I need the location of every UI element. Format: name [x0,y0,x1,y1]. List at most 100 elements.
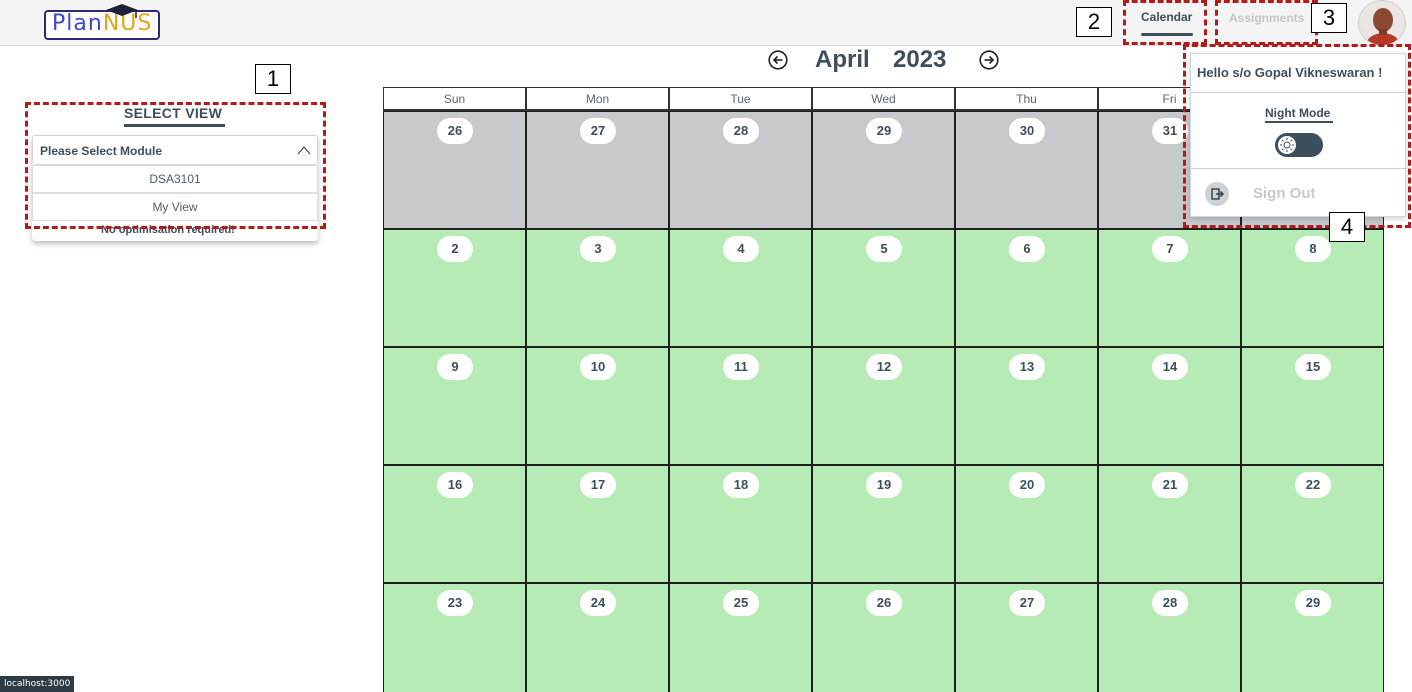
calendar-day-cell[interactable]: 18 [669,465,812,583]
day-number-badge: 26 [866,590,902,616]
calendar-day-cell[interactable]: 28 [669,111,812,229]
calendar-day-cell[interactable]: 19 [812,465,955,583]
nav-calendar-link[interactable]: Calendar [1141,10,1192,24]
day-number-badge: 31 [1152,118,1188,144]
module-select-placeholder: Please Select Module [40,144,163,158]
day-number-badge: 9 [437,354,473,380]
calendar-day-cell[interactable]: 24 [526,583,669,692]
annotation-label-1: 1 [255,64,291,94]
calendar-day-cell[interactable]: 15 [1241,347,1384,465]
select-view-title: SELECT VIEW [124,105,223,121]
day-number-badge: 22 [1295,472,1331,498]
calendar-day-cell[interactable]: 16 [383,465,526,583]
plannus-logo[interactable]: PlanNUS [44,4,166,40]
toggle-knob [1278,136,1296,154]
arrow-right-circle-icon[interactable] [979,50,999,70]
calendar-day-cell[interactable]: 29 [812,111,955,229]
day-number-badge: 29 [1295,590,1331,616]
day-number-badge: 4 [723,236,759,262]
calendar-day-cell[interactable]: 22 [1241,465,1384,583]
day-number-badge: 5 [866,236,902,262]
day-number-badge: 12 [866,354,902,380]
day-number-badge: 2 [437,236,473,262]
sign-out-glyph [1211,188,1224,200]
weekday-header: Wed [812,87,955,111]
calendar-day-cell[interactable]: 23 [383,583,526,692]
user-avatar[interactable] [1358,0,1406,46]
avatar-picture [1359,1,1405,45]
calendar-day-cell[interactable]: 11 [669,347,812,465]
sign-out-icon[interactable] [1205,182,1229,206]
calendar-day-cell[interactable]: 3 [526,229,669,347]
calendar-day-cell[interactable]: 20 [955,465,1098,583]
nav-assignments-link[interactable]: Assignments [1229,11,1304,25]
calendar-day-cell[interactable]: 21 [1098,465,1241,583]
calendar-day-cell[interactable]: 29 [1241,583,1384,692]
divider [1191,168,1407,169]
calendar-day-cell[interactable]: 7 [1098,229,1241,347]
calendar-day-cell[interactable]: 2 [383,229,526,347]
day-number-badge: 10 [580,354,616,380]
user-greeting: Hello s/o Gopal Vikneswaran ! [1197,65,1383,80]
day-number-badge: 21 [1152,472,1188,498]
status-bar-url: localhost:3000 [0,676,75,692]
calendar-day-cell[interactable]: 9 [383,347,526,465]
calendar-year: 2023 [893,46,947,73]
weekday-header: Thu [955,87,1098,111]
day-number-badge: 27 [1009,590,1045,616]
calendar-day-cell[interactable]: 27 [526,111,669,229]
calendar-day-cell[interactable]: 25 [669,583,812,692]
calendar-day-cell[interactable]: 26 [812,583,955,692]
calendar-day-cell[interactable]: 10 [526,347,669,465]
day-number-badge: 23 [437,590,473,616]
calendar-day-cell[interactable]: 27 [955,583,1098,692]
day-number-badge: 15 [1295,354,1331,380]
option-dsa3101[interactable]: DSA3101 [32,165,318,193]
arrow-left-circle-icon[interactable] [768,50,788,70]
day-number-badge: 30 [1009,118,1045,144]
day-number-badge: 26 [437,118,473,144]
calendar-day-cell[interactable]: 12 [812,347,955,465]
day-number-badge: 7 [1152,236,1188,262]
calendar-day-cell[interactable]: 28 [1098,583,1241,692]
annotation-label-2: 2 [1076,7,1112,37]
day-number-badge: 25 [723,590,759,616]
day-number-badge: 27 [580,118,616,144]
day-number-badge: 19 [866,472,902,498]
calendar-day-cell[interactable]: 5 [812,229,955,347]
night-mode-toggle[interactable] [1275,133,1323,157]
sign-out-button[interactable]: Sign Out [1253,185,1316,202]
night-mode-underline [1265,121,1333,123]
calendar-day-cell[interactable]: 14 [1098,347,1241,465]
divider [1191,92,1407,93]
night-mode-label: Night Mode [1265,106,1331,120]
day-number-badge: 11 [723,354,759,380]
profile-menu-popup: Hello s/o Gopal Vikneswaran ! Night Mode… [1190,53,1407,217]
weekday-header: Tue [669,87,812,111]
graduation-cap-icon [106,4,138,18]
calendar-day-cell[interactable]: 13 [955,347,1098,465]
day-number-badge: 28 [1152,590,1188,616]
calendar-day-cell[interactable]: 4 [669,229,812,347]
option-my-view[interactable]: My View [32,193,318,221]
calendar-month: April [815,46,870,73]
day-number-badge: 3 [580,236,616,262]
chevron-up-icon[interactable] [297,144,311,156]
day-number-badge: 28 [723,118,759,144]
select-view-title-underline [124,124,225,127]
day-number-badge: 8 [1295,236,1331,262]
calendar-day-cell[interactable]: 30 [955,111,1098,229]
day-number-badge: 13 [1009,354,1045,380]
sun-icon [1280,138,1294,152]
day-number-badge: 18 [723,472,759,498]
module-select-header[interactable]: Please Select Module [32,135,318,165]
annotation-label-4: 4 [1329,212,1365,242]
calendar-day-cell[interactable]: 26 [383,111,526,229]
calendar-day-cell[interactable]: 8 [1241,229,1384,347]
annotation-label-3: 3 [1311,3,1347,33]
day-number-badge: 6 [1009,236,1045,262]
day-number-badge: 20 [1009,472,1045,498]
day-number-badge: 17 [580,472,616,498]
calendar-day-cell[interactable]: 6 [955,229,1098,347]
calendar-day-cell[interactable]: 17 [526,465,669,583]
